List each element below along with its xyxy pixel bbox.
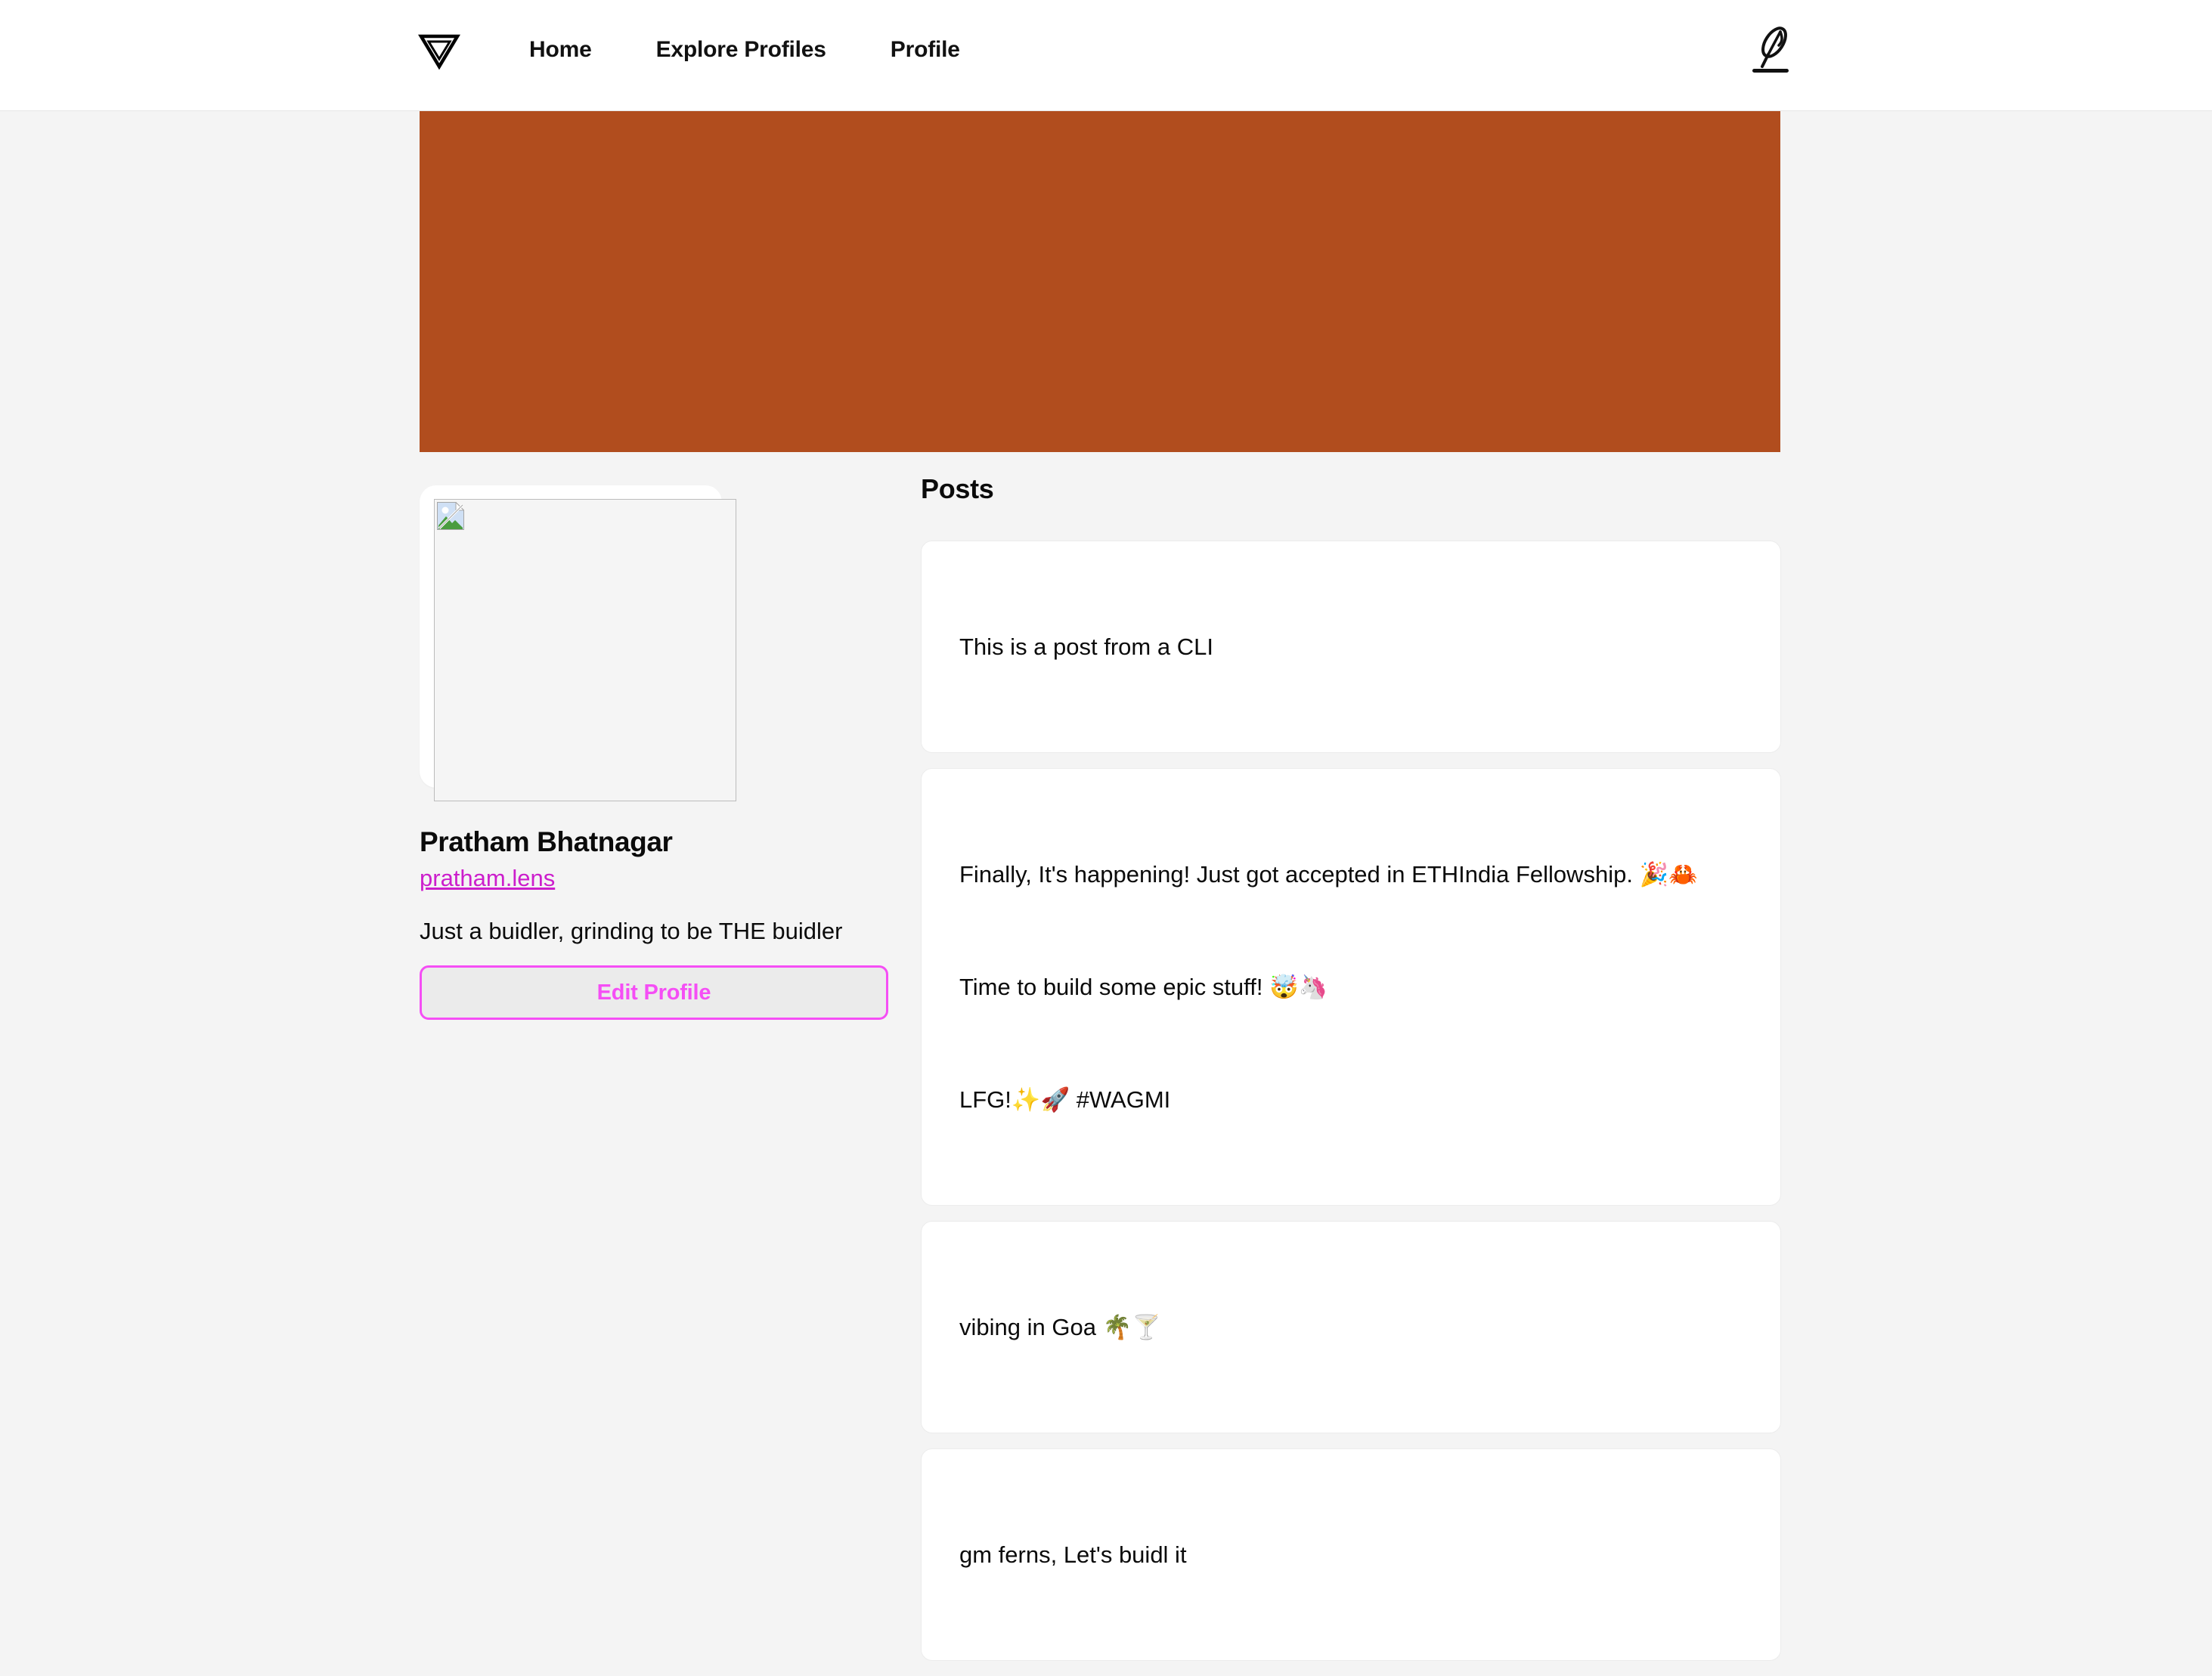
profile-name: Pratham Bhatnagar (420, 826, 673, 857)
nav-link-home[interactable]: Home (529, 36, 592, 64)
post-text: vibing in Goa 🌴🍸 (959, 1246, 1743, 1408)
nav-link-profile[interactable]: Profile (891, 36, 960, 64)
post-card[interactable]: This is a post from a CLI (921, 541, 1781, 753)
nav-link-explore-profiles[interactable]: Explore Profiles (656, 36, 826, 64)
post-line: vibing in Goa 🌴🍸 (959, 1314, 1161, 1340)
avatar (434, 499, 736, 801)
main-nav: Home Explore Profiles Profile (529, 36, 960, 64)
profile-bio: Just a buidler, grinding to be THE buidl… (420, 918, 843, 944)
post-line: gm ferns, Let's buidl it (959, 1541, 1187, 1568)
post-card[interactable]: vibing in Goa 🌴🍸 (921, 1221, 1781, 1433)
lens-triangle-logo-icon[interactable] (418, 28, 460, 70)
posts-heading: Posts (921, 473, 994, 504)
post-line: Finally, It's happening! Just got accept… (959, 861, 1698, 888)
edit-profile-button[interactable]: Edit Profile (420, 965, 888, 1020)
post-card[interactable]: gm ferns, Let's buidl it (921, 1448, 1781, 1661)
post-text: This is a post from a CLI (959, 565, 1743, 728)
profile-cover-banner (420, 111, 1780, 452)
profile-handle[interactable]: pratham.lens (420, 864, 555, 893)
broken-image-icon (437, 502, 464, 530)
top-header: Home Explore Profiles Profile (0, 0, 2212, 111)
post-line: LFG!✨🚀 #WAGMI (959, 1086, 1171, 1113)
profile-content: Pratham Bhatnagar pratham.lens Just a bu… (0, 452, 2212, 1661)
post-text: Finally, It's happening! Just got accept… (959, 793, 1743, 1181)
header-inner: Home Explore Profiles Profile (0, 0, 2212, 110)
posts-list: This is a post from a CLI Finally, It's … (921, 541, 1781, 1676)
post-line: Time to build some epic stuff! 🤯🦄 (959, 974, 1328, 1000)
quill-pen-icon[interactable] (1743, 21, 1796, 82)
post-line: This is a post from a CLI (959, 634, 1213, 660)
post-text: gm ferns, Let's buidl it (959, 1473, 1743, 1636)
post-card[interactable]: Finally, It's happening! Just got accept… (921, 768, 1781, 1206)
avatar-card (420, 485, 736, 801)
